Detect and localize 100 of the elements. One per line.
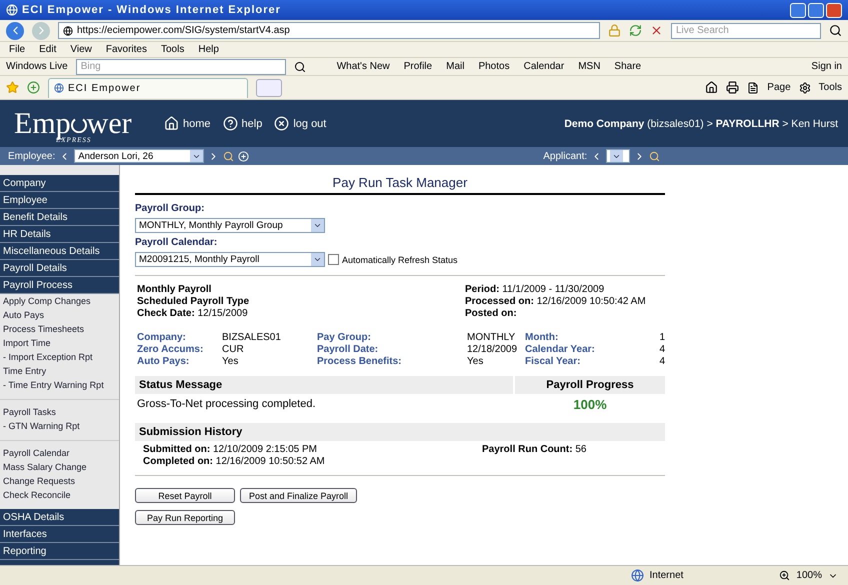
sidebar-link[interactable]: Process Timesheets [0,323,119,337]
detail-value: 4 [658,356,665,368]
payroll-group-select[interactable]: MONTHLY, Monthly Payroll Group [135,218,325,233]
detail-value: BIZSALES01 [222,332,282,344]
maximize-button[interactable] [808,2,824,18]
minimize-button[interactable] [790,2,806,18]
sidebar-link[interactable]: Auto Pays [0,309,119,323]
sidebar-section[interactable]: Company [0,175,119,192]
detail-label: Fiscal Year: [525,356,582,368]
sidebar-section[interactable]: Reporting [0,543,119,560]
toolbar-link[interactable]: Mail [443,61,468,72]
action-button[interactable]: Reset Payroll [135,488,235,503]
toolbar-link[interactable]: Profile [400,61,436,72]
menu-item[interactable]: View [67,44,95,55]
sidebar-section[interactable]: OSHA Details [0,509,119,526]
stop-icon [650,24,663,37]
sidebar-link[interactable]: Check Reconcile [0,489,119,503]
menu-item[interactable]: File [6,44,28,55]
back-button[interactable] [6,22,24,40]
detail-value: MONTHLY [467,332,516,344]
settings-icon [798,82,811,94]
detail-label: Month: [525,332,560,344]
payroll-calendar-select[interactable]: M20091215, Monthly Payroll [135,252,325,267]
zoom-icon [779,570,790,581]
history-text: Completed on: 12/16/2009 10:50:52 AM [143,456,325,468]
detail-label: Calendar Year: [525,344,596,356]
page-menu[interactable]: Page [767,82,791,93]
menu-item[interactable]: Help [195,44,222,55]
progress-value: 100% [572,396,608,414]
sidebar-link[interactable]: Time Entry [0,365,119,379]
home-icon [164,116,179,131]
home-icon [705,81,718,94]
menu-item[interactable]: Edit [36,44,60,55]
checkbox[interactable] [328,254,339,265]
section-heading: Status Message [135,376,513,394]
caret-icon [313,221,322,230]
windows-live-link[interactable]: Windows Live [6,61,68,72]
employee-label: Employee: [8,150,56,162]
tools-menu[interactable]: Tools [818,82,842,93]
detail-value: Yes [222,356,240,368]
applicant-select[interactable] [606,149,630,163]
globe-icon [54,83,64,93]
close-icon [274,116,290,131]
zoom-level[interactable]: 100% [796,570,822,581]
sign-in-link[interactable]: Sign in [811,61,842,72]
summary-text: Processed on: 12/16/2009 10:50:42 AM [465,296,647,308]
summary-text: Monthly Payroll [137,284,212,295]
toolbar-link[interactable]: Calendar [520,61,568,72]
toolbar-link[interactable]: Photos [475,61,513,72]
sidebar-link[interactable]: - Import Exception Rpt [0,351,119,365]
sidebar-link[interactable]: Mass Salary Change [0,461,119,475]
nav-link[interactable]: log out [274,116,326,131]
add-icon [238,150,250,162]
caret-icon [313,255,322,264]
sidebar-section[interactable]: Payroll Details [0,260,119,277]
refresh-icon [629,24,642,37]
section-heading: Submission History [135,423,665,441]
browser-icon [6,4,18,16]
swirl-icon [70,116,87,132]
sidebar-section[interactable]: Miscellaneous Details [0,243,119,260]
menu-item[interactable]: Tools [158,44,188,55]
field-label: Payroll Group: [135,203,206,214]
close-button[interactable] [826,2,842,18]
detail-value: CUR [222,344,245,356]
sidebar-section[interactable]: Employee [0,192,119,209]
address-field[interactable]: https://eciempower.com/SIG/system/startV4.asp [58,22,600,39]
detail-label: Company: [137,332,187,344]
sidebar-link[interactable]: Apply Comp Changes [0,295,119,309]
menu-item[interactable]: Favorites [102,44,150,55]
checkbox-label: Automatically Refresh Status [342,254,458,264]
sidebar-link[interactable]: Payroll Tasks [0,406,119,420]
star-icon [6,81,19,94]
summary-text: Posted on: [465,308,518,320]
page-icon [747,82,760,94]
toolbar-link[interactable]: MSN [575,61,604,72]
detail-value: 12/18/2009 [467,344,518,356]
sidebar-link[interactable]: Payroll Calendar [0,447,119,461]
sidebar-link[interactable]: Change Requests [0,475,119,489]
printer-icon [726,81,740,94]
sidebar-link[interactable]: - Time Entry Warning Rpt [0,379,119,393]
detail-label: Zero Accums: [137,344,204,356]
breadcrumb: Demo Company (bizsales01) > PAYROLLHR > Ken Hurst [564,118,838,130]
logo-text: Emp [14,106,71,140]
applicant-label: Applicant: [543,150,588,162]
sidebar-section[interactable]: Benefit Details [0,209,119,226]
detail-label: Pay Group: [317,332,372,344]
nav-link[interactable]: help [222,116,262,131]
browser-tab[interactable]: ECI Empower [48,78,248,98]
toolbar-link[interactable]: What's New [334,61,393,72]
sidebar-link[interactable]: Import Time [0,337,119,351]
action-button[interactable]: Pay Run Reporting [135,510,235,525]
action-button[interactable]: Post and Finalize Payroll [240,488,358,503]
nav-link[interactable]: home [164,116,211,131]
sidebar-link[interactable]: - GTN Warning Rpt [0,420,119,434]
employee-select[interactable]: Anderson Lori, 26 [74,149,204,163]
sidebar-section[interactable]: Payroll Process [0,277,119,294]
section-heading: Payroll Progress [515,376,665,394]
sidebar-section[interactable]: Interfaces [0,526,119,543]
toolbar-link[interactable]: Share [611,61,644,72]
sidebar-section[interactable]: HR Details [0,226,119,243]
